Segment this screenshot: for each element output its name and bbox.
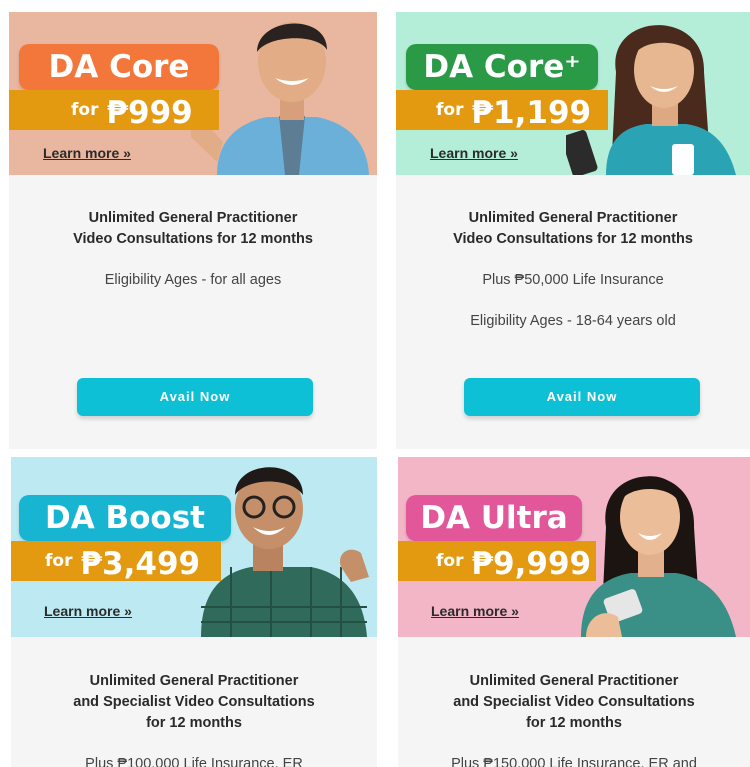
price-tag: for ₱9,999 — [398, 541, 596, 582]
price: ₱3,499 — [80, 546, 201, 582]
price: ₱999 — [106, 95, 193, 131]
plan-card-da-core: DA Core for ₱999 Learn more » Unlimited G… — [9, 12, 377, 449]
plan-details: Unlimited General Practitioner Video Con… — [9, 208, 377, 290]
plan-card-da-ultra: DA Ultra for ₱9,999 Learn more » Unlimite… — [398, 457, 750, 767]
plan-name: DA Core⁺ — [423, 49, 581, 85]
price: ₱9,999 — [471, 546, 592, 582]
learn-more-link[interactable]: Learn more » — [431, 603, 519, 619]
insurance-text: Plus ₱50,000 Life Insurance — [482, 272, 664, 288]
learn-more-link[interactable]: Learn more » — [44, 603, 132, 619]
plan-headline: Unlimited General Practitioner Video Con… — [453, 210, 693, 247]
plan-name-badge: DA Boost — [19, 495, 231, 541]
plan-name: DA Boost — [44, 500, 205, 536]
plan-name-badge: DA Core — [19, 44, 219, 90]
plan-banner: DA Boost for ₱3,499 Learn more » — [11, 457, 377, 637]
plan-headline: Unlimited General Practitioner and Speci… — [453, 673, 695, 731]
plan-banner: DA Core⁺ for ₱1,199 Learn more » — [396, 12, 750, 175]
learn-more-link[interactable]: Learn more » — [43, 145, 131, 161]
avail-now-button[interactable]: Avail Now — [464, 378, 700, 416]
plan-details: Unlimited General Practitioner and Speci… — [398, 671, 750, 767]
price-tag: for ₱1,199 — [396, 90, 608, 131]
insurance-text: Plus ₱100,000 Life Insurance, ER — [85, 756, 303, 767]
eligibility-text: Eligibility Ages - for all ages — [104, 272, 282, 288]
plan-name-badge: DA Ultra — [406, 495, 582, 541]
insurance-text: Plus ₱150,000 Life Insurance, ER and — [451, 756, 697, 767]
avail-now-button[interactable]: Avail Now — [77, 378, 313, 416]
plan-name: DA Ultra — [420, 500, 568, 536]
price-tag: for ₱999 — [9, 90, 219, 131]
plan-details: Unlimited General Practitioner Video Con… — [396, 208, 750, 331]
price: ₱1,199 — [471, 95, 592, 131]
plan-headline: Unlimited General Practitioner and Speci… — [73, 673, 315, 731]
plan-headline: Unlimited General Practitioner Video Con… — [73, 210, 313, 247]
plan-details: Unlimited General Practitioner and Speci… — [11, 671, 377, 767]
learn-more-link[interactable]: Learn more » — [430, 145, 518, 161]
plan-name-badge: DA Core⁺ — [406, 44, 598, 90]
plan-banner: DA Ultra for ₱9,999 Learn more » — [398, 457, 750, 637]
plan-name: DA Core — [48, 49, 190, 85]
price-tag: for ₱3,499 — [11, 541, 221, 582]
plan-card-da-boost: DA Boost for ₱3,499 Learn more » Unlimite… — [11, 457, 377, 767]
eligibility-text: Eligibility Ages - 18-64 years old — [470, 313, 676, 329]
plan-banner: DA Core for ₱999 Learn more » — [9, 12, 377, 175]
plan-card-da-core-plus: DA Core⁺ for ₱1,199 Learn more » Unlimite… — [396, 12, 750, 449]
